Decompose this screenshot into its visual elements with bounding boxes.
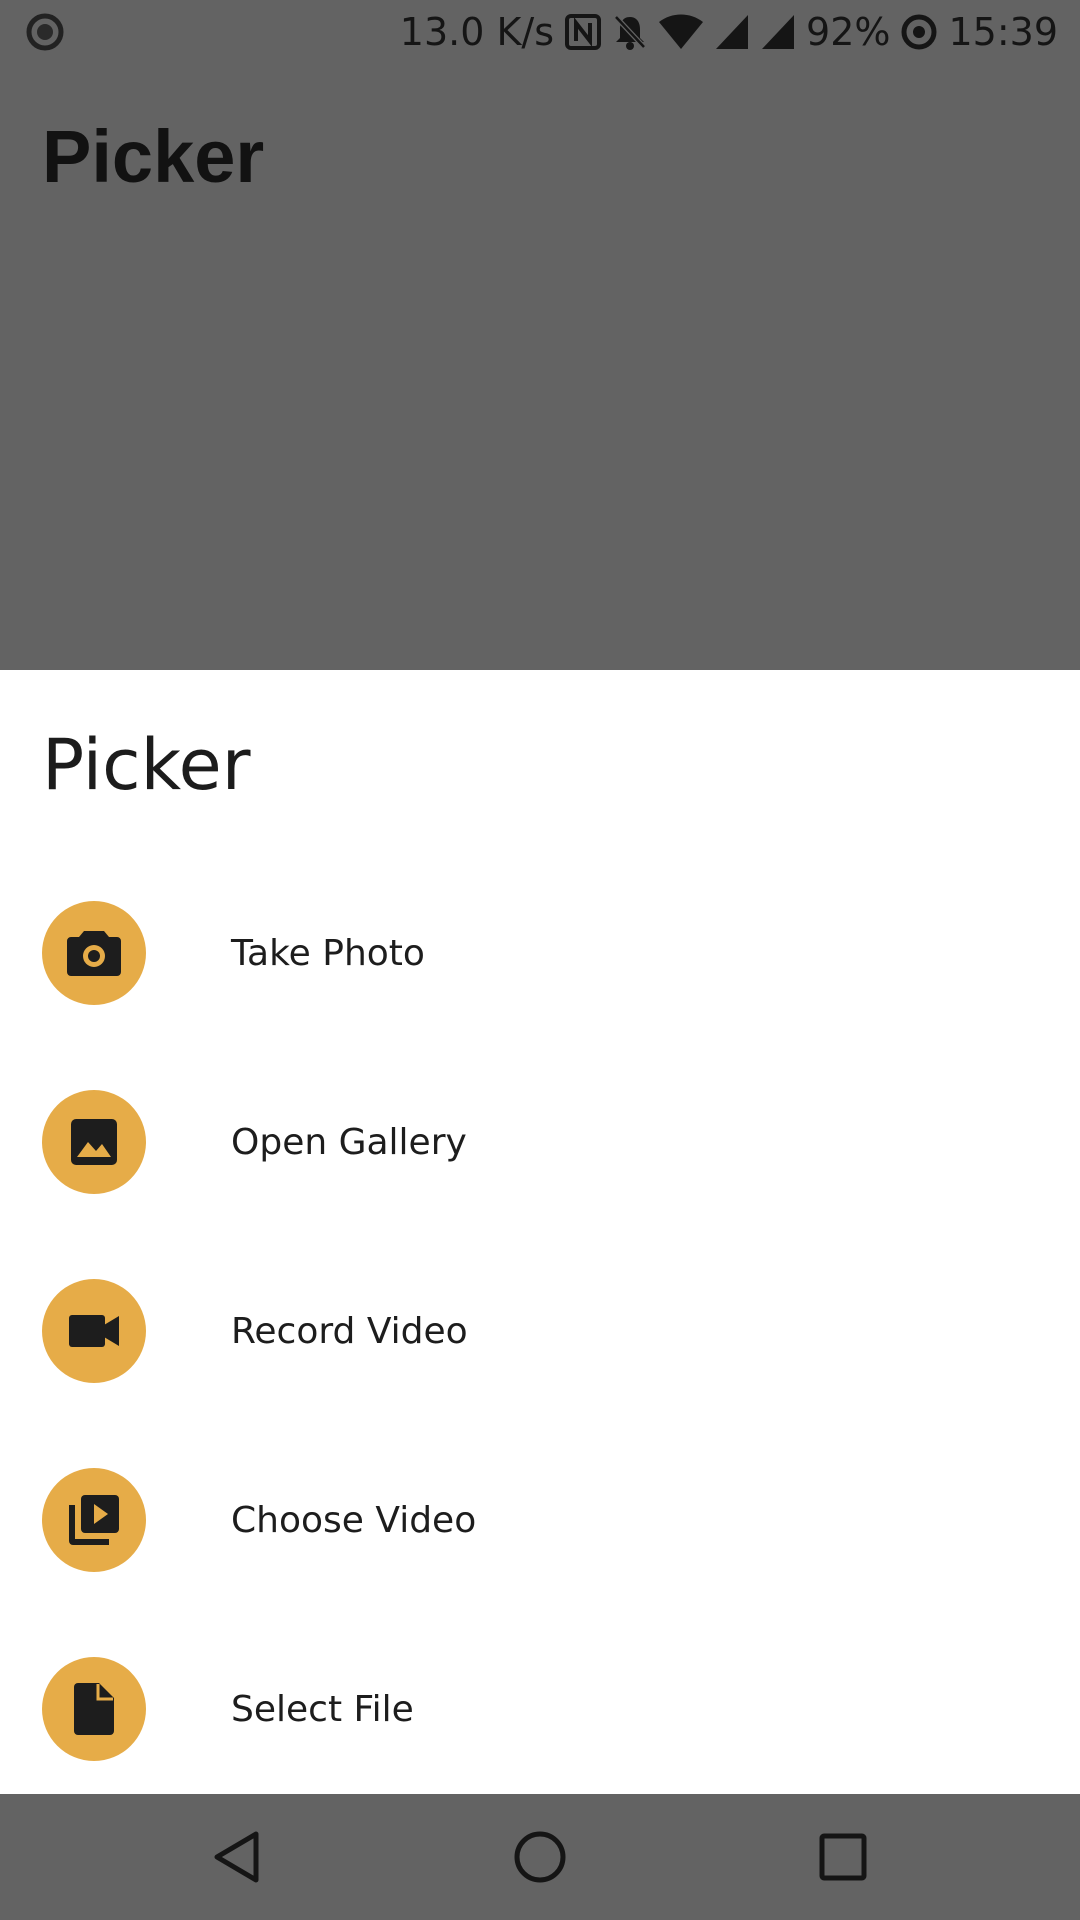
page-title: Picker <box>42 115 265 198</box>
take-photo-icon-circle <box>42 901 146 1005</box>
sheet-title: Picker <box>42 724 251 806</box>
recents-icon <box>819 1833 867 1881</box>
bell-off-icon <box>614 15 646 50</box>
image-icon <box>71 1119 117 1165</box>
back-icon <box>214 1831 259 1883</box>
recents-button[interactable] <box>810 1824 876 1890</box>
file-icon <box>74 1683 114 1735</box>
open-gallery-option[interactable]: Open Gallery <box>0 1048 1080 1237</box>
open-gallery-label: Open Gallery <box>231 1122 467 1163</box>
navigation-bar <box>0 1794 1080 1920</box>
battery-percent: 92% <box>806 10 891 54</box>
choose-video-label: Choose Video <box>231 1500 477 1541</box>
record-video-label: Record Video <box>231 1311 468 1352</box>
choose-video-option[interactable]: Choose Video <box>0 1426 1080 1615</box>
record-video-option[interactable]: Record Video <box>0 1237 1080 1426</box>
network-speed: 13.0 K/s <box>399 10 555 54</box>
take-photo-label: Take Photo <box>231 933 425 974</box>
home-icon <box>514 1831 566 1883</box>
battery-ring-icon <box>901 14 937 50</box>
videocam-icon <box>69 1315 119 1347</box>
picker-bottom-sheet: Picker Take Photo Open Gallery Record Vi… <box>0 670 1080 1794</box>
nfc-icon <box>565 14 602 50</box>
signal-icon <box>716 15 749 49</box>
signal-icon <box>762 15 795 49</box>
wifi-icon <box>659 14 704 49</box>
open-gallery-icon-circle <box>42 1090 146 1194</box>
video-library-icon <box>69 1495 119 1545</box>
status-icons: 13.0 K/s 92% 15:39 <box>400 0 1058 64</box>
select-file-icon-circle <box>42 1657 146 1761</box>
record-video-icon-circle <box>42 1279 146 1383</box>
select-file-label: Select File <box>231 1689 414 1730</box>
camera-icon <box>67 931 121 976</box>
select-file-option[interactable]: Select File <box>0 1615 1080 1804</box>
back-button[interactable] <box>204 1824 270 1890</box>
home-button[interactable] <box>507 1824 573 1890</box>
status-bar: 13.0 K/s 92% 15:39 <box>0 0 1080 64</box>
choose-video-icon-circle <box>42 1468 146 1572</box>
status-dot-icon <box>26 13 64 51</box>
take-photo-option[interactable]: Take Photo <box>0 859 1080 1048</box>
clock: 15:39 <box>948 10 1058 54</box>
